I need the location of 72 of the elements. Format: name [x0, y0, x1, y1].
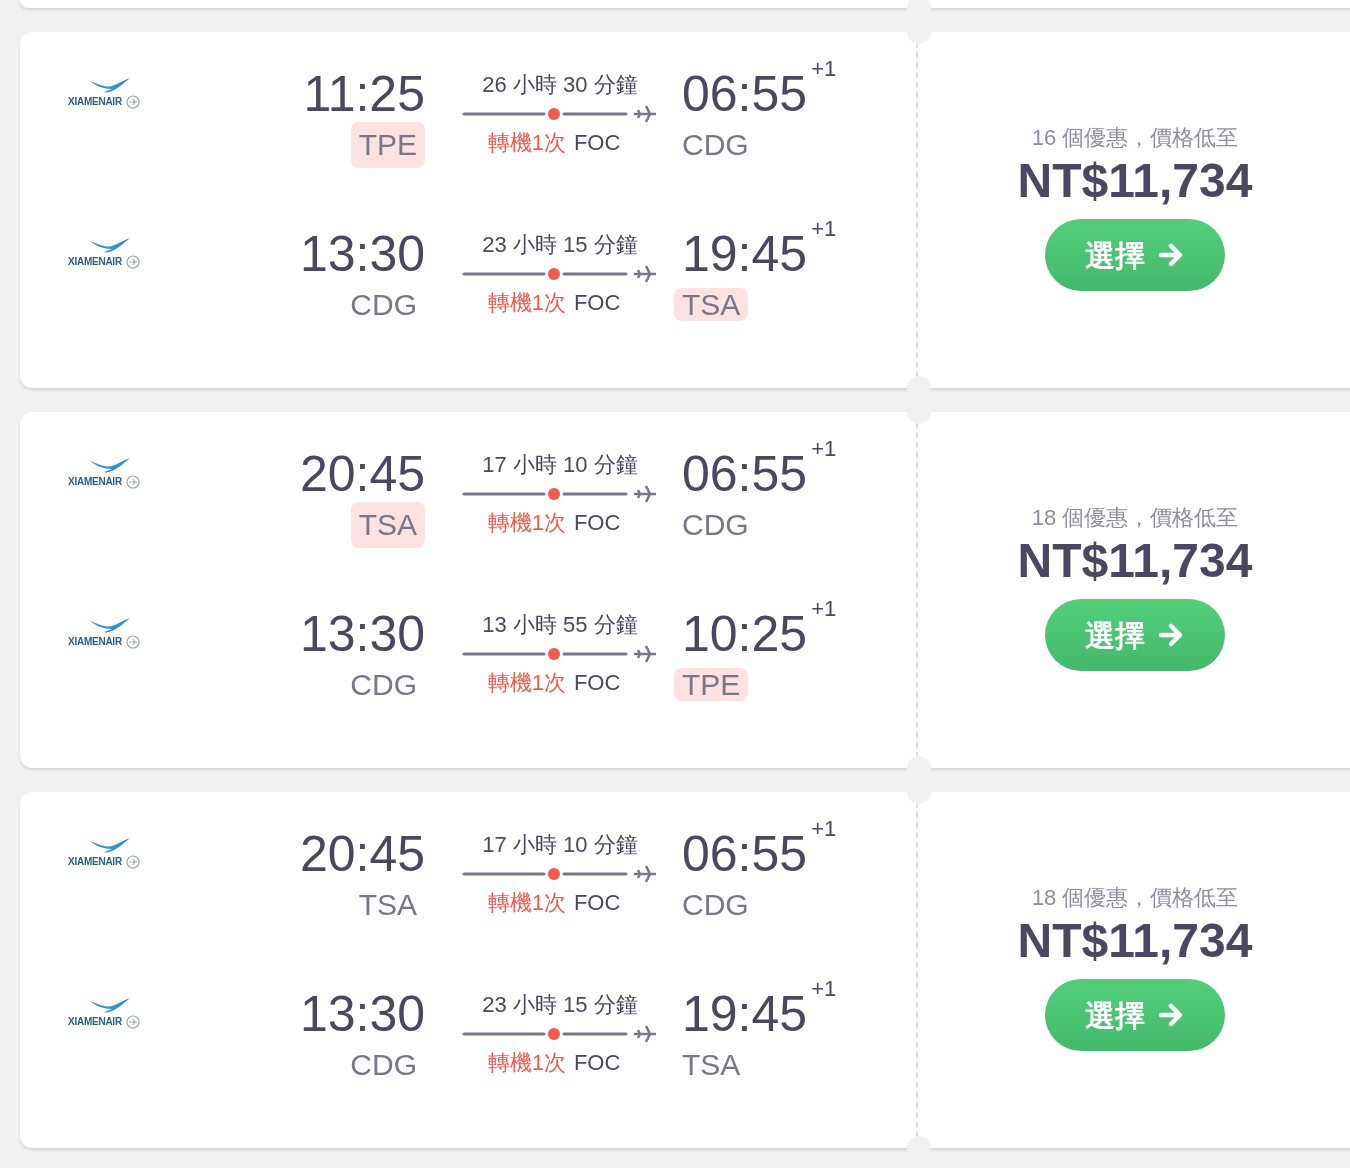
airport-code: CDG — [681, 888, 750, 921]
flight-duration: 26 小時 30 分鐘 — [482, 71, 638, 99]
stopover-airport: FOC — [573, 889, 621, 917]
day-offset: +1 — [811, 218, 837, 240]
deals-count: 18 個優惠，價格低至 — [1031, 884, 1239, 912]
flight-duration: 23 小時 15 分鐘 — [482, 991, 638, 1019]
arrival-time: 06:55 — [682, 66, 808, 122]
select-button[interactable]: 選擇 — [1045, 979, 1225, 1051]
stopover-airport: FOC — [573, 669, 621, 697]
stopover-airport: FOC — [573, 129, 621, 157]
airport-code: CDG — [681, 128, 750, 161]
airline-name: XIAMENAIR — [68, 1015, 122, 1029]
arrival-time: 06:55 — [682, 826, 808, 882]
emblem-icon — [125, 474, 140, 489]
airport-code: CDG — [349, 1047, 418, 1083]
flight-duration: 17 小時 10 分鐘 — [482, 831, 638, 859]
flight-duration: 13 小時 55 分鐘 — [482, 611, 638, 639]
stopover-airport: FOC — [573, 289, 621, 317]
emblem-icon — [125, 254, 140, 269]
select-button[interactable]: 選擇 — [1045, 219, 1225, 291]
deals-count: 16 個優惠，價格低至 — [1031, 124, 1239, 152]
airline-name: XIAMENAIR — [68, 255, 122, 269]
emblem-icon — [125, 854, 140, 869]
flight-duration: 17 小時 10 分鐘 — [482, 451, 638, 479]
stop-count: 轉機1次 — [487, 509, 566, 537]
airport-code: CDG — [349, 667, 418, 703]
arrow-right-icon — [1157, 1001, 1185, 1029]
arrow-right-icon — [1157, 241, 1185, 269]
arrival-time: 19:45 — [682, 986, 808, 1042]
day-offset: +1 — [811, 978, 837, 1000]
emblem-icon — [125, 94, 140, 109]
airport-code: TSA — [674, 288, 749, 321]
stop-count: 轉機1次 — [487, 1049, 566, 1077]
price: NT$11,734 — [1017, 913, 1253, 969]
emblem-icon — [125, 1014, 140, 1029]
deals-count: 18 個優惠，價格低至 — [1031, 504, 1239, 532]
departure-time: 11:25 — [303, 66, 425, 122]
departure-time: 13:30 — [299, 986, 425, 1042]
departure-time: 13:30 — [299, 226, 425, 282]
airport-code: TSA — [681, 1048, 742, 1081]
stopover-airport: FOC — [573, 1049, 621, 1077]
airport-code: TPE — [674, 668, 749, 701]
price: NT$11,734 — [1017, 533, 1253, 589]
stop-count: 轉機1次 — [487, 289, 566, 317]
departure-time: 20:45 — [299, 826, 425, 882]
airport-code: TSA — [357, 887, 418, 923]
airline-name: XIAMENAIR — [68, 855, 122, 869]
select-button[interactable]: 選擇 — [1045, 599, 1225, 671]
stop-count: 轉機1次 — [487, 889, 566, 917]
airline-name: XIAMENAIR — [68, 475, 122, 489]
airline-name: XIAMENAIR — [68, 95, 122, 109]
day-offset: +1 — [811, 58, 837, 80]
day-offset: +1 — [811, 438, 837, 460]
airport-code: CDG — [349, 287, 418, 323]
day-offset: +1 — [811, 598, 837, 620]
day-offset: +1 — [811, 818, 837, 840]
airport-code: TSA — [350, 502, 425, 548]
departure-time: 13:30 — [299, 606, 425, 662]
airport-code: CDG — [681, 508, 750, 541]
emblem-icon — [125, 634, 140, 649]
airport-code: TPE — [350, 122, 425, 168]
airline-name: XIAMENAIR — [68, 635, 122, 649]
flight-duration: 23 小時 15 分鐘 — [482, 231, 638, 259]
arrow-right-icon — [1157, 621, 1185, 649]
arrival-time: 10:25 — [682, 606, 808, 662]
arrival-time: 19:45 — [682, 226, 808, 282]
stop-count: 轉機1次 — [487, 129, 566, 157]
arrival-time: 06:55 — [682, 446, 808, 502]
departure-time: 20:45 — [299, 446, 425, 502]
stopover-airport: FOC — [573, 509, 621, 537]
price: NT$11,734 — [1017, 153, 1253, 209]
stop-count: 轉機1次 — [487, 669, 566, 697]
